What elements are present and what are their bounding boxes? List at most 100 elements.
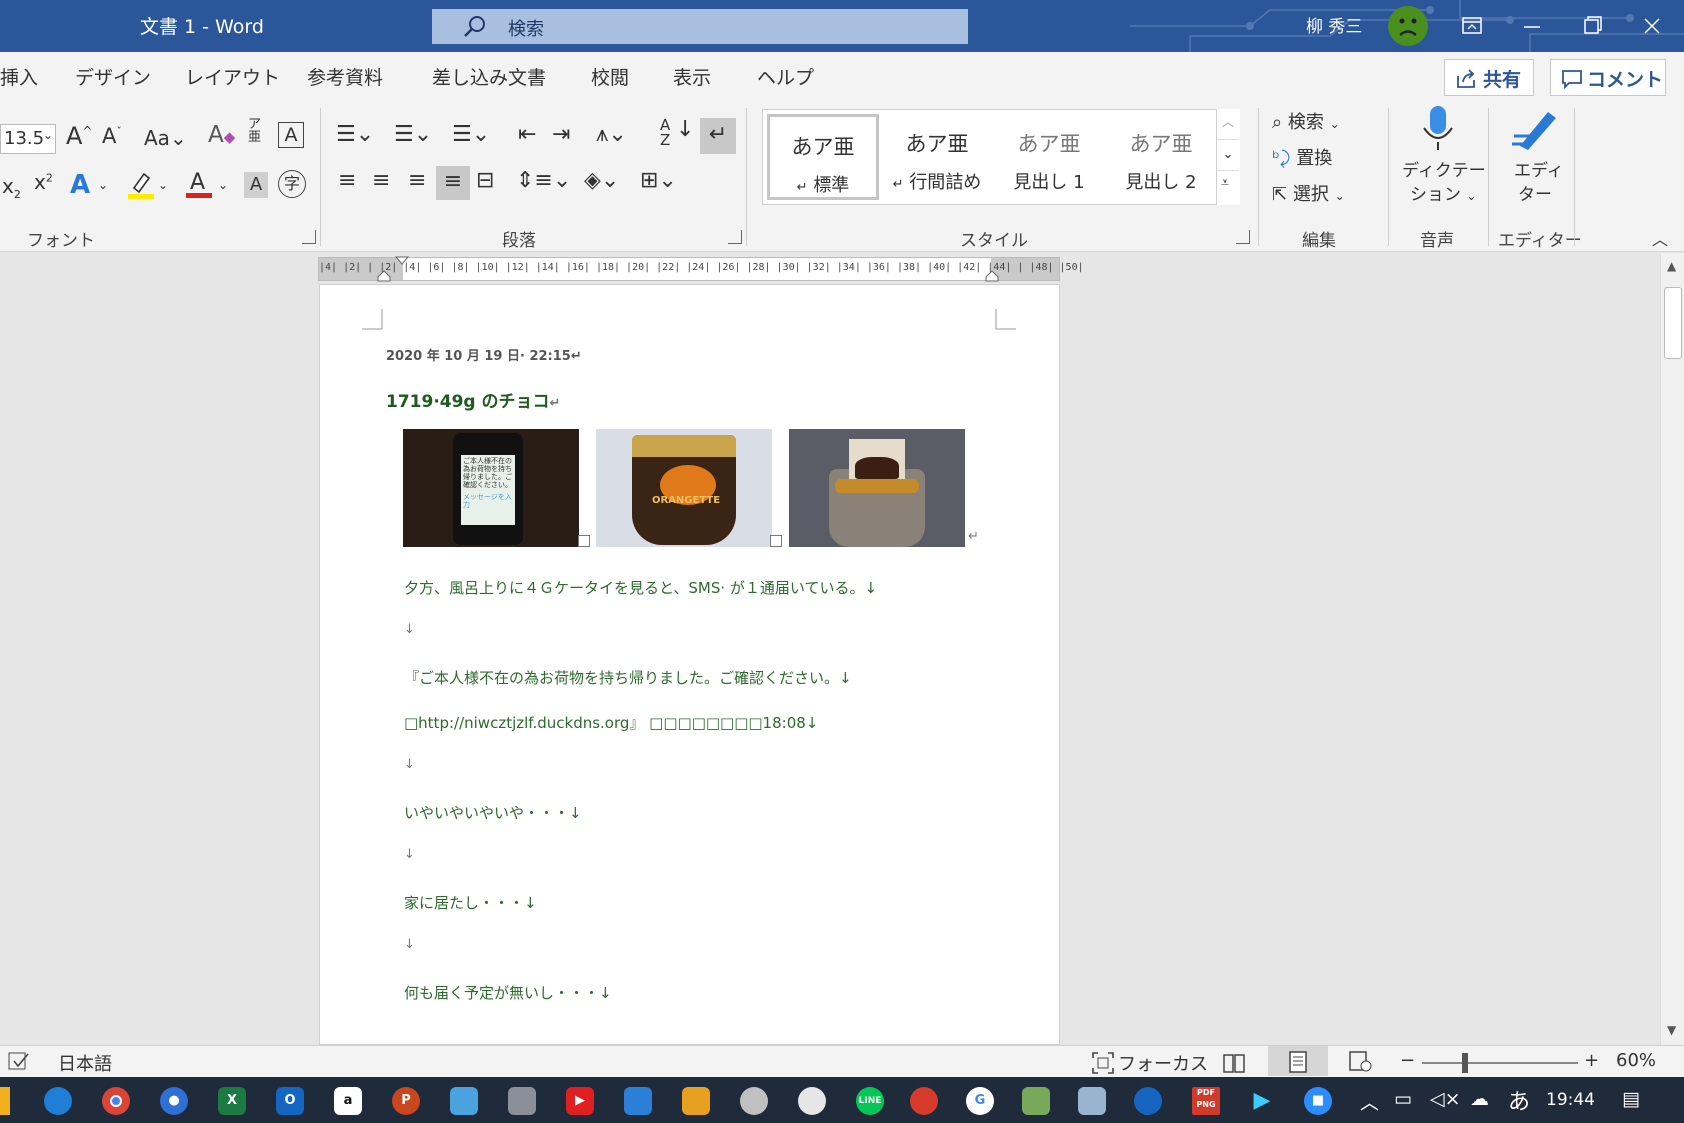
styles-dialog-launcher[interactable]	[1236, 230, 1250, 244]
volume-muted-icon[interactable]: ◁×	[1430, 1088, 1461, 1110]
show-marks-icon[interactable]: ↵	[700, 118, 736, 154]
cloud-icon[interactable]: ☁	[1470, 1088, 1489, 1110]
play-store-icon[interactable]: ▶	[1248, 1087, 1276, 1115]
style-normal[interactable]: あア亜 ↵ 標準	[767, 114, 879, 200]
paint-3d-icon[interactable]	[682, 1087, 710, 1115]
align-center-icon[interactable]: ≡	[372, 168, 390, 193]
align-right-icon[interactable]: ≡	[408, 168, 426, 193]
decrease-indent-icon[interactable]: ⇤	[518, 122, 536, 147]
share-button[interactable]: 共有	[1444, 59, 1534, 96]
tab-layout[interactable]: レイアウト	[185, 63, 280, 90]
youtube-icon[interactable]: ▶	[566, 1087, 594, 1115]
edge-icon[interactable]	[44, 1087, 72, 1115]
onedrive-icon[interactable]	[1134, 1087, 1162, 1115]
minimize-icon[interactable]	[1512, 10, 1552, 42]
sort-icon[interactable]: A Z ↓	[660, 118, 694, 148]
web-layout-icon[interactable]	[1348, 1051, 1372, 1073]
tab-help[interactable]: ヘルプ	[757, 63, 814, 90]
left-indent-icon[interactable]	[377, 270, 391, 282]
notification-icon[interactable]: ▤	[1622, 1088, 1640, 1110]
char-shading-icon[interactable]: A	[244, 172, 268, 198]
ribbon-display-icon[interactable]	[1452, 10, 1492, 42]
increase-indent-icon[interactable]: ⇥	[552, 122, 570, 147]
powerpoint-icon[interactable]: P	[392, 1087, 420, 1115]
paint-icon[interactable]	[740, 1087, 768, 1115]
chevron-down-icon[interactable]: ⌄	[1217, 139, 1239, 171]
dictate-button[interactable]	[1420, 104, 1456, 154]
amazon-icon[interactable]: a	[334, 1087, 362, 1115]
superscript-icon[interactable]: x2	[34, 170, 53, 194]
find-button[interactable]: ⌕ 検索 ⌄	[1272, 108, 1340, 134]
text-direction-icon[interactable]: ⩚⌄	[596, 122, 627, 147]
highlight-icon[interactable]	[128, 170, 154, 200]
tab-insert[interactable]: 挿入	[0, 63, 38, 90]
zoom-in-icon[interactable]: +	[1584, 1050, 1599, 1071]
zoom-slider-thumb[interactable]	[1462, 1053, 1468, 1073]
battery-icon[interactable]: ▭	[1394, 1088, 1412, 1110]
google-icon[interactable]: G	[966, 1087, 994, 1115]
chrome-icon[interactable]	[102, 1087, 130, 1115]
subscript-icon[interactable]: x2	[2, 174, 21, 201]
multilevel-list-icon[interactable]: ☰⌄	[452, 122, 490, 147]
scroll-down-icon[interactable]: ▼	[1667, 1023, 1676, 1037]
font-size-box[interactable]: 13.5 ⌄	[0, 124, 56, 154]
replace-button[interactable]: ᵇ⤸ 置換	[1272, 144, 1332, 170]
ime-indicator[interactable]: あ	[1508, 1084, 1530, 1116]
proofing-icon[interactable]	[8, 1052, 30, 1072]
control-panel-icon[interactable]	[450, 1087, 478, 1115]
start-icon[interactable]	[0, 1087, 10, 1115]
photos-icon[interactable]	[624, 1087, 652, 1115]
zoom-out-icon[interactable]: −	[1400, 1050, 1415, 1071]
avatar[interactable]	[1388, 6, 1428, 46]
zoom-app-icon[interactable]: ■	[1304, 1087, 1332, 1115]
document-page[interactable]: 2020 年 10 月 19 日· 22:15↵ 1719·49g のチョコ↵ …	[319, 284, 1060, 1045]
tab-mailings[interactable]: 差し込み文書	[432, 63, 546, 90]
close-icon[interactable]	[1632, 10, 1672, 42]
more-styles-icon[interactable]: ⩡	[1221, 175, 1229, 191]
line-icon[interactable]: LINE	[856, 1087, 884, 1115]
resize-handle[interactable]	[770, 535, 782, 547]
scroll-thumb[interactable]	[1664, 287, 1682, 359]
photo-chocolate-bag[interactable]: ORANGETTE	[596, 429, 772, 547]
bullets-icon[interactable]: ☰⌄	[336, 122, 374, 147]
vertical-scrollbar[interactable]: ▲ ▼	[1660, 253, 1684, 1045]
select-button[interactable]: ⇱ 選択 ⌄	[1272, 180, 1345, 206]
resize-handle[interactable]	[578, 535, 590, 547]
excel-icon[interactable]: X	[218, 1087, 246, 1115]
style-heading-1[interactable]: あア亜 見出し 1	[993, 114, 1105, 200]
justify-icon[interactable]: ≡	[436, 166, 470, 200]
printer-icon[interactable]	[508, 1087, 536, 1115]
char-border-icon[interactable]: A	[278, 122, 304, 148]
line-spacing-icon[interactable]: ⇕≡⌄	[516, 168, 571, 193]
chevron-down-icon[interactable]: ⌄	[158, 178, 168, 192]
chevron-down-icon[interactable]: ⌄	[218, 178, 228, 192]
enclose-char-icon[interactable]: 字	[278, 170, 306, 198]
borders-icon[interactable]: ⊞⌄	[640, 168, 677, 193]
horizontal-ruler[interactable]: |4| |2| | |2| |4| |6| |8| |10| |12| |14|…	[318, 256, 1084, 282]
photo-phone[interactable]: ご本人様不在の為お荷物を持ち帰りました。ご確認ください。 メッセージを入力	[403, 429, 579, 547]
align-left-icon[interactable]: ≡	[338, 168, 356, 193]
clock[interactable]: 19:44	[1546, 1090, 1595, 1110]
focus-icon[interactable]	[1092, 1052, 1114, 1074]
paragraph-dialog-launcher[interactable]	[728, 230, 742, 244]
text-effects-icon[interactable]: A	[70, 170, 90, 200]
numbering-icon[interactable]: ☰⌄	[394, 122, 432, 147]
shading-icon[interactable]: ◈⌄	[584, 168, 619, 193]
style-heading-2[interactable]: あア亜 見出し 2	[1105, 114, 1217, 200]
tab-view[interactable]: 表示	[673, 63, 711, 90]
read-mode-icon[interactable]	[1222, 1052, 1246, 1074]
phonetic-guide-icon[interactable]: ア亜	[248, 118, 261, 144]
people-icon[interactable]: ●	[160, 1087, 188, 1115]
scroll-up-icon[interactable]: ▲	[1667, 259, 1676, 273]
collapse-ribbon-icon[interactable]: ︿	[1652, 226, 1668, 250]
restore-icon[interactable]	[1572, 10, 1612, 42]
snip-icon[interactable]	[798, 1087, 826, 1115]
user-name[interactable]: 柳 秀三	[1306, 12, 1362, 37]
focus-label[interactable]: フォーカス	[1118, 1050, 1208, 1076]
zoom-level[interactable]: 60%	[1616, 1050, 1656, 1071]
chevron-up-icon[interactable]: ︿	[1222, 113, 1234, 130]
shrink-font-icon[interactable]: Aˇ	[102, 124, 122, 148]
tab-references[interactable]: 参考資料	[307, 63, 383, 90]
tray-chevron-icon[interactable]: ︿	[1360, 1088, 1379, 1115]
photo-open-bag[interactable]	[789, 429, 965, 547]
